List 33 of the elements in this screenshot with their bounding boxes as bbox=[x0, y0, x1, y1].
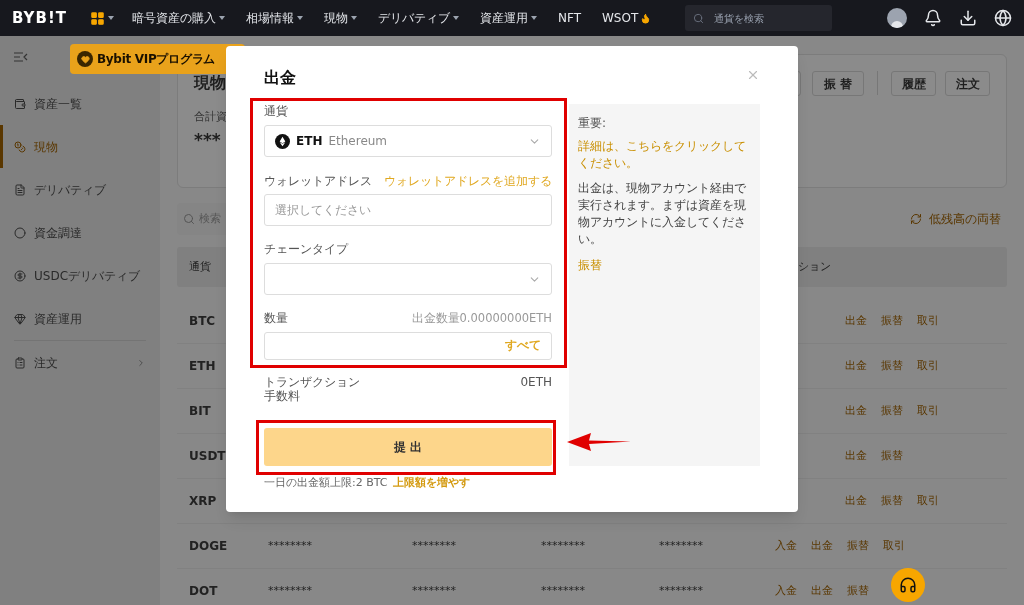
currency-cell-text: DOT bbox=[189, 583, 219, 600]
table-cell-text: ******** bbox=[268, 537, 313, 554]
currency-cell-text: USDT bbox=[189, 448, 227, 465]
field-label: チェーンタイプ bbox=[264, 242, 350, 256]
table-cell-text: ******** bbox=[659, 537, 704, 554]
table-cell-text: ******** bbox=[659, 582, 704, 599]
currency-cell-text: BTC bbox=[189, 313, 217, 330]
coin-name: Ethereum bbox=[328, 133, 388, 150]
table-cell-text: ******** bbox=[541, 537, 586, 554]
dialog-title: 出金 bbox=[264, 67, 296, 89]
field-label: 通貨 bbox=[264, 104, 289, 118]
limit-text: 一日の出金額上限:2 BTC bbox=[264, 475, 388, 491]
column-header: ション bbox=[798, 258, 831, 275]
table-cell-text: ******** bbox=[268, 582, 313, 599]
info-note: 出金は、現物アカウント経由で実行されます。まずは資産を現物アカウントに入金してください。 bbox=[578, 180, 747, 248]
total-value: *** bbox=[194, 128, 222, 152]
table-cell-text: ******** bbox=[412, 537, 457, 554]
currency-cell-text: ETH bbox=[189, 358, 217, 375]
fee-label: トランザクション手数料 bbox=[264, 375, 361, 403]
currency-cell-text: BIT bbox=[189, 403, 212, 420]
table-cell-text: ******** bbox=[412, 582, 457, 599]
table-cell-text: ******** bbox=[541, 582, 586, 599]
coin-symbol: ETH bbox=[296, 133, 323, 150]
total-label: 合計資 bbox=[194, 109, 227, 125]
column-header: 通貨 bbox=[189, 258, 212, 275]
field-label: ウォレットアドレス bbox=[264, 174, 372, 188]
page-title: 現物 bbox=[194, 72, 227, 94]
currency-cell-text: XRP bbox=[189, 493, 218, 510]
available-amount: 出金数量0.00000000ETH bbox=[411, 311, 552, 325]
fee-value: 0ETH bbox=[520, 375, 552, 389]
currency-cell-text: DOGE bbox=[189, 538, 229, 555]
info-heading: 重要: bbox=[578, 115, 608, 132]
field-label: 数量 bbox=[264, 311, 288, 325]
